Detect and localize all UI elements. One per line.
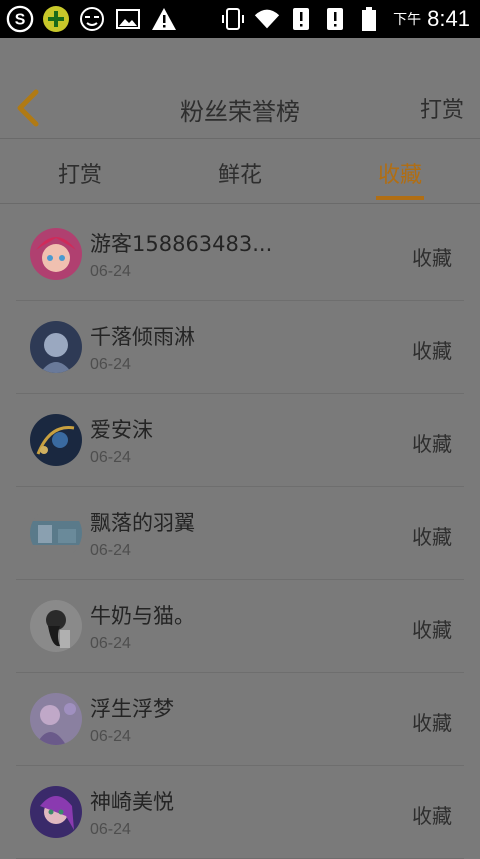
status-bar-notifications: S xyxy=(0,5,178,33)
fan-date: 06-24 xyxy=(90,821,131,838)
status-bar: S 下午 8:41 xyxy=(0,0,480,38)
tab-label: 收藏 xyxy=(377,163,422,188)
face-app-icon xyxy=(78,5,106,33)
vibrate-icon xyxy=(219,5,247,33)
status-bar-system: 下午 8:41 xyxy=(219,5,480,33)
favorite-label: 收藏 xyxy=(412,804,452,828)
fan-name: 千落倾雨淋 xyxy=(90,325,195,349)
avatar xyxy=(30,786,82,838)
tab-active-indicator xyxy=(376,196,424,200)
tab-favorites[interactable]: 收藏 xyxy=(320,139,480,203)
fan-date: 06-24 xyxy=(90,635,131,652)
avatar xyxy=(30,414,82,466)
reward-button[interactable]: 打赏 xyxy=(420,92,464,124)
fan-name: 飘落的羽翼 xyxy=(90,511,195,535)
list-item[interactable]: 神崎美悦 06-24 收藏 xyxy=(16,766,464,859)
avatar xyxy=(30,507,82,559)
plus-app-icon xyxy=(42,5,70,33)
fan-date: 06-24 xyxy=(90,542,131,559)
favorite-label: 收藏 xyxy=(412,432,452,456)
tabs-divider xyxy=(0,203,480,204)
fan-name: 浮生浮梦 xyxy=(90,697,174,721)
list-item[interactable]: 飘落的羽翼 06-24 收藏 xyxy=(16,487,464,580)
fan-date: 06-24 xyxy=(90,728,131,745)
sogou-icon: S xyxy=(6,5,34,33)
fan-date: 06-24 xyxy=(90,449,131,466)
app-header: 粉丝荣誉榜 打赏 xyxy=(0,38,480,138)
image-icon xyxy=(114,5,142,33)
list-item[interactable]: 牛奶与猫。 06-24 收藏 xyxy=(16,580,464,673)
list-item[interactable]: 千落倾雨淋 06-24 收藏 xyxy=(16,301,464,394)
avatar xyxy=(30,228,82,280)
avatar xyxy=(30,600,82,652)
favorite-label: 收藏 xyxy=(412,525,452,549)
tab-label: 鲜花 xyxy=(217,163,262,188)
fan-list: 游客158863483... 06-24 收藏 千落倾雨淋 06-24 收藏 爱… xyxy=(0,208,480,859)
tab-bar: 打赏 鲜花 收藏 xyxy=(0,139,480,203)
favorite-label: 收藏 xyxy=(412,618,452,642)
avatar xyxy=(30,321,82,373)
warning-icon xyxy=(150,5,178,33)
fan-name: 神崎美悦 xyxy=(90,790,174,814)
page-title: 粉丝荣誉榜 xyxy=(180,98,300,126)
favorite-label: 收藏 xyxy=(412,339,452,363)
list-item[interactable]: 浮生浮梦 06-24 收藏 xyxy=(16,673,464,766)
fan-name: 游客158863483... xyxy=(90,232,273,256)
tab-reward[interactable]: 打赏 xyxy=(0,139,160,203)
fan-date: 06-24 xyxy=(90,263,131,280)
fan-name: 牛奶与猫。 xyxy=(90,604,195,628)
wifi-icon xyxy=(253,5,281,33)
avatar xyxy=(30,693,82,745)
fan-date: 06-24 xyxy=(90,356,131,373)
list-item[interactable]: 游客158863483... 06-24 收藏 xyxy=(16,208,464,301)
favorite-label: 收藏 xyxy=(412,711,452,735)
status-time-prefix: 下午 xyxy=(393,12,422,28)
fan-name: 爱安沫 xyxy=(90,418,153,442)
alert-sim2-icon xyxy=(321,5,349,33)
tab-flowers[interactable]: 鲜花 xyxy=(160,139,320,203)
favorite-label: 收藏 xyxy=(412,246,452,270)
svg-text:S: S xyxy=(15,12,26,29)
tab-label: 打赏 xyxy=(57,163,102,188)
status-time: 8:41 xyxy=(427,6,470,31)
alert-sim1-icon xyxy=(287,5,315,33)
battery-icon xyxy=(355,5,383,33)
list-item[interactable]: 爱安沫 06-24 收藏 xyxy=(16,394,464,487)
